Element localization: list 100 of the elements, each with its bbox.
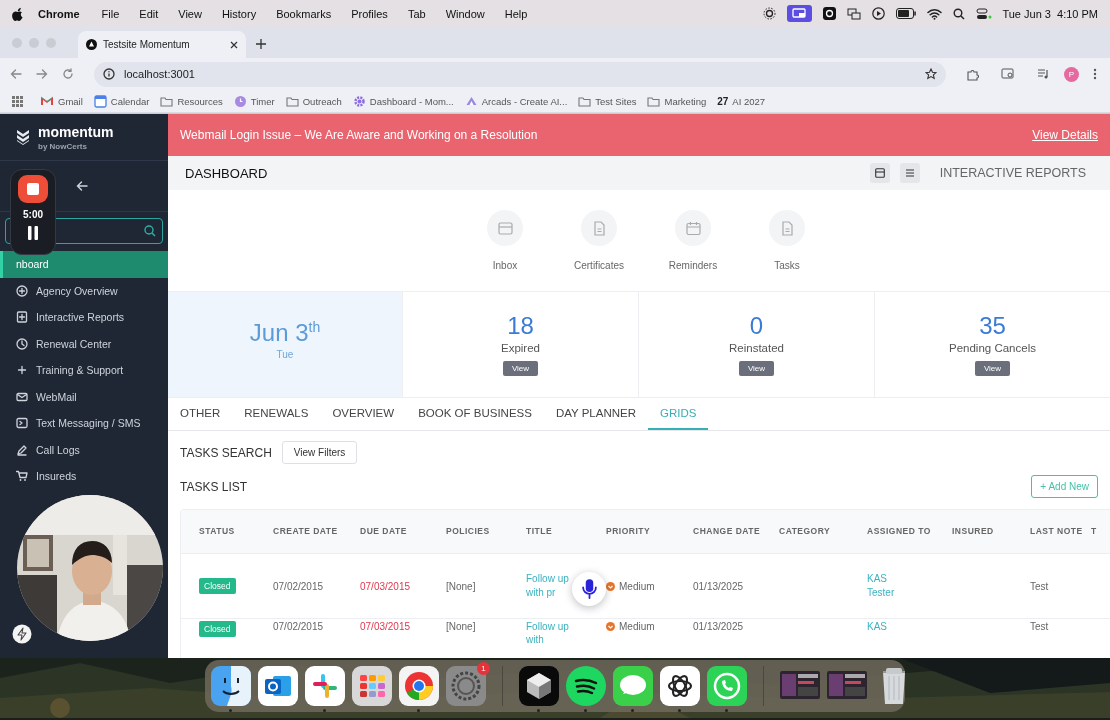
sidebar-item[interactable]: Training & Support	[0, 357, 168, 384]
battery-icon[interactable]	[896, 8, 917, 19]
sidebar-item[interactable]: WebMail	[0, 383, 168, 410]
music-app-icon[interactable]	[566, 666, 606, 706]
timer-icon	[233, 94, 247, 108]
hash-app-icon[interactable]	[305, 666, 345, 706]
sidebar-item[interactable]: Text Messaging / SMS	[0, 410, 168, 437]
stop-button[interactable]	[18, 175, 48, 203]
bookmark[interactable]: Gmail	[40, 94, 83, 108]
view-button[interactable]: View	[738, 360, 775, 376]
shortcut-label[interactable]: Inbox	[492, 260, 518, 271]
address-bar[interactable]: localhost:3001	[94, 61, 946, 87]
wifi-icon[interactable]	[927, 7, 943, 20]
chrome-icon[interactable]	[399, 666, 439, 706]
media-icon[interactable]	[1037, 68, 1050, 80]
recording-timer: 5:00	[23, 209, 43, 220]
menu-item[interactable]: Edit	[129, 7, 169, 20]
priority-text: Medium	[619, 621, 656, 632]
info-icon	[103, 68, 115, 80]
document-icon	[779, 220, 795, 236]
menu-item[interactable]: Profiles	[341, 7, 398, 20]
plus-icon	[16, 364, 28, 377]
column-header: LAST NOTE	[1030, 526, 1084, 537]
sun-icon[interactable]	[763, 7, 777, 20]
app-grid-icon[interactable]	[352, 666, 392, 706]
new-tab-icon[interactable]	[256, 39, 266, 49]
shortcut-label[interactable]: Certificates	[574, 260, 624, 271]
back-icon[interactable]	[10, 68, 22, 80]
menu-item[interactable]: Bookmarks	[266, 7, 342, 20]
bookmark[interactable]: 27 AI 2027	[717, 95, 766, 107]
sidebar-item[interactable]: Interactive Reports	[0, 304, 168, 331]
record-icon[interactable]	[823, 7, 837, 20]
control-center-icon[interactable]	[976, 7, 993, 20]
phone-chat-app-icon[interactable]	[707, 666, 747, 706]
close-icon[interactable]	[230, 40, 238, 49]
play-icon[interactable]	[872, 7, 886, 20]
pause-icon[interactable]	[27, 226, 39, 240]
menu-item[interactable]: Window	[435, 7, 495, 20]
tab[interactable]: BOOK OF BUSINESS	[406, 398, 544, 430]
tab[interactable]: DAY PLANNER	[543, 398, 648, 430]
windows-icon[interactable]	[847, 7, 862, 20]
bookmark[interactable]: Test Sites	[578, 94, 637, 108]
status-badge: Closed	[199, 578, 237, 594]
menu-item[interactable]: History	[211, 7, 267, 20]
sidebar-item[interactable]: Call Logs	[0, 436, 168, 463]
bookmark[interactable]: Resources	[160, 94, 223, 108]
more-icon[interactable]	[1093, 68, 1097, 80]
tab[interactable]: OTHER	[168, 398, 233, 430]
reload-icon[interactable]	[62, 68, 74, 80]
tab[interactable]: RENEWALS	[232, 398, 321, 430]
view-button[interactable]: View	[974, 360, 1011, 376]
search-icon[interactable]	[953, 7, 966, 20]
card-view-button[interactable]	[869, 163, 890, 183]
menu-item[interactable]: Tab	[397, 7, 436, 20]
envelope-app-icon[interactable]	[258, 666, 298, 706]
column-header: ASSIGNED TO	[867, 526, 932, 537]
back-arrow-icon[interactable]	[76, 180, 88, 192]
stat-value: 0	[749, 313, 764, 338]
screen-record-icon[interactable]	[787, 5, 813, 22]
bookmark[interactable]: Outreach	[285, 94, 342, 108]
view-button[interactable]: View	[502, 360, 539, 376]
interactive-reports-link[interactable]: INTERACTIVE REPORTS	[939, 166, 1086, 180]
browser-tab[interactable]: Testsite Momentum	[78, 31, 246, 58]
knot-app-icon[interactable]	[660, 666, 700, 706]
app-menu[interactable]: Chrome	[24, 7, 92, 20]
bookmark[interactable]: Dashboard - Mom...	[352, 94, 454, 108]
sidebar-item[interactable]: Agency Overview	[0, 277, 168, 304]
forward-icon[interactable]	[36, 68, 48, 80]
sidebar-item[interactable]: Renewal Center	[0, 330, 168, 357]
menu-item[interactable]: Help	[494, 7, 538, 20]
bookmark[interactable]: Marketing	[647, 94, 707, 108]
shortcut-label[interactable]: Reminders	[668, 260, 718, 271]
inbox-icon	[497, 220, 513, 236]
search-tabs-icon[interactable]	[1001, 68, 1015, 80]
bookmark[interactable]: Arcads - Create AI...	[464, 94, 568, 108]
sidebar-item[interactable]: nboard	[0, 251, 168, 278]
chat-bubble-app-icon[interactable]	[613, 666, 653, 706]
section-title: TASKS LIST	[180, 479, 248, 494]
folder-icon	[647, 94, 661, 108]
dictation-toast[interactable]	[572, 572, 606, 606]
finder-icon[interactable]	[211, 666, 251, 706]
brand-name: momentum	[38, 123, 114, 140]
apps-icon[interactable]	[12, 95, 23, 107]
column-header: CHANGE DATE	[693, 526, 762, 537]
table-cell-text: Test	[1030, 580, 1050, 592]
menu-item[interactable]: View	[168, 7, 212, 20]
bookmark[interactable]: Calendar	[93, 94, 150, 108]
extensions-icon[interactable]	[966, 67, 979, 81]
stat-label: Expired	[501, 341, 540, 354]
star-icon[interactable]	[925, 68, 937, 80]
menu-item[interactable]: File	[91, 7, 130, 20]
cube-app-icon[interactable]	[519, 666, 559, 706]
gear-app-icon[interactable]	[446, 666, 486, 706]
view-filters-button[interactable]: View Filters	[281, 441, 358, 464]
bookmark[interactable]: Timer	[233, 94, 275, 108]
lightning-icon[interactable]	[12, 624, 32, 644]
list-view-button[interactable]	[899, 163, 920, 183]
tab[interactable]: OVERVIEW	[320, 398, 407, 430]
sidebar-item[interactable]: Insureds	[0, 463, 168, 490]
shortcut-label[interactable]: Tasks	[774, 260, 800, 271]
